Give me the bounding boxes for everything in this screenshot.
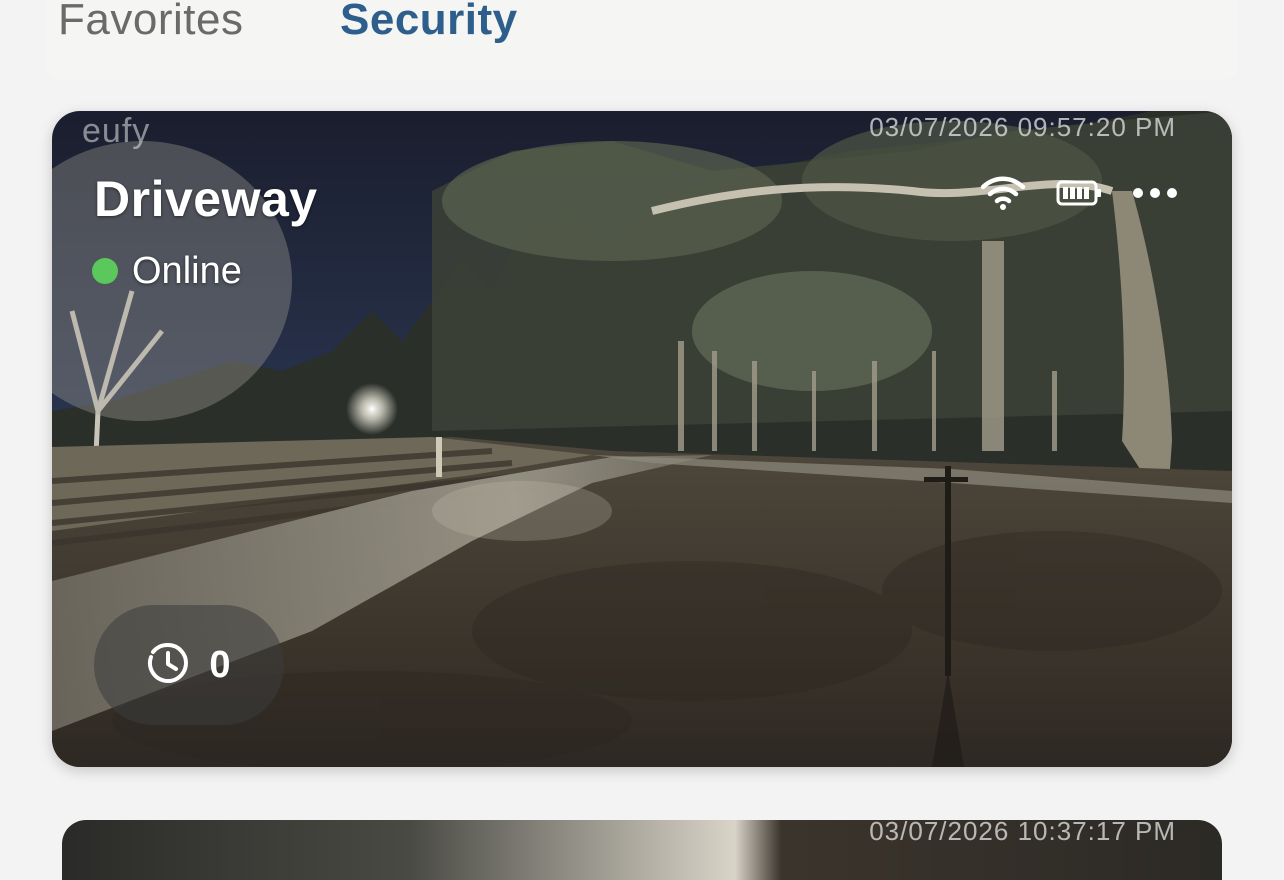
status-text: Online <box>132 250 242 292</box>
tab-bar: Favorites Security <box>46 0 1238 80</box>
camera-status: Online <box>92 249 242 293</box>
snapshot-timestamp: 03/07/2026 10:37:17 PM <box>869 820 1176 846</box>
wifi-icon <box>980 175 1026 216</box>
status-dot-icon <box>92 258 118 284</box>
camera-card-driveway[interactable]: eufy 03/07/2026 09:57:20 PM Driveway Onl… <box>52 111 1232 767</box>
camera-top-icons <box>950 175 1178 215</box>
event-count: 0 <box>209 644 231 686</box>
history-icon <box>147 642 189 689</box>
tab-security[interactable]: Security <box>340 0 518 48</box>
camera-name: Driveway <box>94 171 318 227</box>
tab-favorites[interactable]: Favorites <box>58 0 243 48</box>
snapshot-timestamp: 03/07/2026 09:57:20 PM <box>869 112 1176 142</box>
battery-icon <box>1056 179 1102 212</box>
brand-watermark: eufy <box>82 112 151 150</box>
camera-card-partial[interactable]: 03/07/2026 10:37:17 PM <box>62 820 1222 880</box>
event-history-button[interactable]: 0 <box>94 605 284 725</box>
more-options-icon[interactable] <box>1132 186 1178 204</box>
